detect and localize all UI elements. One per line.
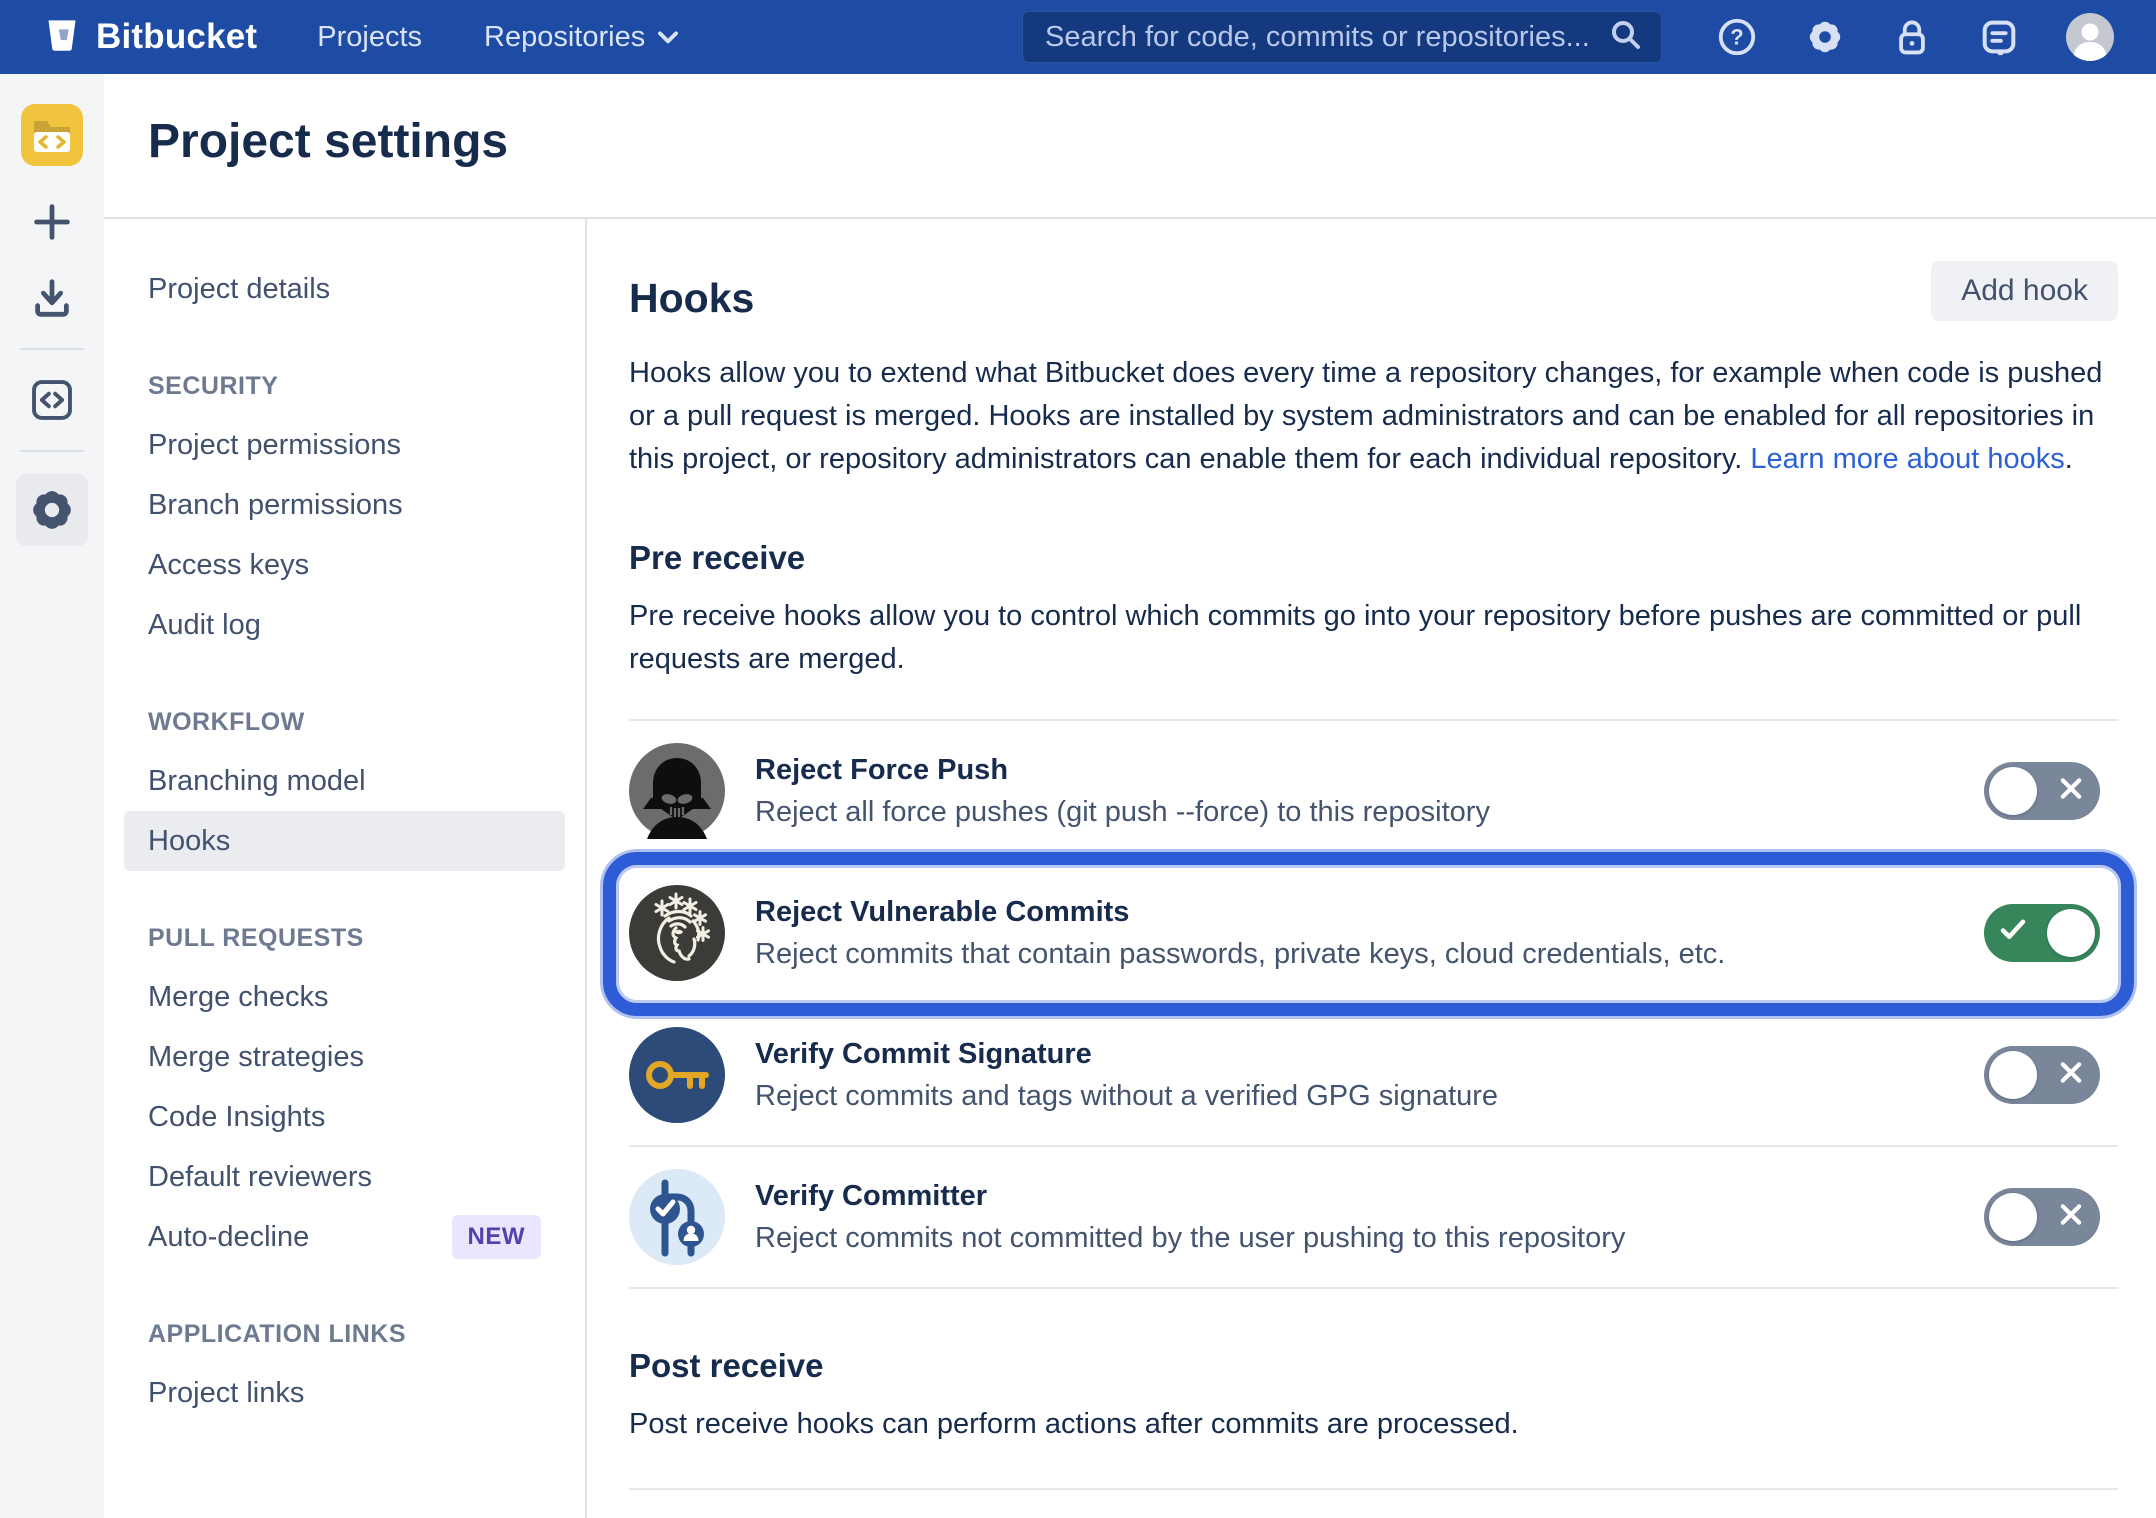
top-nav-links: Projects Repositories — [317, 21, 679, 54]
feedback-icon[interactable] — [1978, 16, 2020, 58]
hook-row-reject-vulnerable-commits: Reject Vulnerable Commits Reject commits… — [629, 863, 2118, 1005]
pre-receive-description: Pre receive hooks allow you to control w… — [629, 595, 2118, 681]
hook-name: Reject Vulnerable Commits — [755, 896, 1725, 929]
nav-section-workflow: WORKFLOW — [124, 693, 565, 751]
nav-item-merge-checks[interactable]: Merge checks — [124, 967, 565, 1027]
nav-item-project-permissions[interactable]: Project permissions — [124, 415, 565, 475]
medusa-avatar — [629, 885, 725, 981]
top-navigation-bar: Bitbucket Projects Repositories ? — [0, 0, 2156, 74]
settings-gear-icon[interactable] — [16, 474, 88, 546]
hook-description: Reject commits not committed by the user… — [755, 1222, 1625, 1255]
settings-nav: Project details SECURITY Project permiss… — [104, 219, 587, 1518]
hook-description: Reject commits and tags without a verifi… — [755, 1080, 1498, 1113]
post-receive-divider — [629, 1488, 2118, 1490]
nav-item-default-reviewers[interactable]: Default reviewers — [124, 1147, 565, 1207]
nav-section-security: SECURITY — [124, 357, 565, 415]
vader-avatar — [629, 743, 725, 839]
nav-item-branching-model[interactable]: Branching model — [124, 751, 565, 811]
code-icon[interactable] — [24, 372, 80, 428]
chevron-down-icon — [657, 21, 679, 54]
nav-item-hooks[interactable]: Hooks — [124, 811, 565, 871]
hook-description: Reject all force pushes (git push --forc… — [755, 796, 1490, 829]
nav-projects[interactable]: Projects — [317, 21, 422, 54]
user-avatar[interactable] — [2066, 13, 2114, 61]
hook-toggle[interactable] — [1984, 904, 2100, 962]
toggle-knob — [1989, 767, 2037, 815]
learn-more-link[interactable]: Learn more about hooks — [1750, 443, 2064, 475]
toggle-knob — [1989, 1051, 2037, 1099]
global-search[interactable] — [1022, 11, 1662, 63]
lock-icon[interactable] — [1892, 16, 1932, 58]
hooks-heading: Hooks — [629, 275, 754, 322]
topbar-icon-group: ? — [1716, 13, 2114, 61]
new-badge: NEW — [452, 1215, 542, 1259]
add-hook-button[interactable]: Add hook — [1931, 261, 2118, 321]
committer-graph-avatar — [629, 1169, 725, 1265]
hook-row-reject-force-push: Reject Force Push Reject all force pushe… — [629, 721, 2118, 863]
post-receive-title: Post receive — [629, 1347, 2118, 1385]
nav-item-auto-decline[interactable]: Auto-decline NEW — [124, 1207, 565, 1267]
hook-row-verify-commit-signature: Verify Commit Signature Reject commits a… — [629, 1005, 2118, 1147]
app-icon-rail — [0, 74, 104, 1518]
toggle-knob — [2047, 909, 2095, 957]
post-receive-description: Post receive hooks can perform actions a… — [629, 1403, 2118, 1446]
download-icon[interactable] — [24, 270, 80, 326]
nav-item-audit-log[interactable]: Audit log — [124, 595, 565, 655]
search-icon[interactable] — [1609, 18, 1643, 57]
hook-description: Reject commits that contain passwords, p… — [755, 938, 1725, 971]
bitbucket-bucket-icon — [44, 17, 80, 58]
project-avatar-folder-code[interactable] — [21, 104, 83, 166]
nav-item-project-details[interactable]: Project details — [124, 259, 565, 319]
nav-item-code-insights[interactable]: Code Insights — [124, 1087, 565, 1147]
pre-receive-hook-list: Reject Force Push Reject all force pushe… — [629, 719, 2118, 1289]
hook-toggle[interactable] — [1984, 1046, 2100, 1104]
toggle-knob — [1989, 1193, 2037, 1241]
pre-receive-title: Pre receive — [629, 539, 2118, 577]
nav-section-application-links: APPLICATION LINKS — [124, 1305, 565, 1363]
page-header: Project settings — [104, 74, 2156, 219]
search-input[interactable] — [1045, 21, 1609, 54]
nav-item-merge-strategies[interactable]: Merge strategies — [124, 1027, 565, 1087]
key-avatar — [629, 1027, 725, 1123]
bitbucket-logo[interactable]: Bitbucket — [44, 17, 257, 58]
settings-gear-icon[interactable] — [1804, 16, 1846, 58]
hook-toggle[interactable] — [1984, 1188, 2100, 1246]
nav-repositories[interactable]: Repositories — [484, 21, 679, 54]
svg-text:?: ? — [1730, 25, 1743, 50]
page-title: Project settings — [148, 114, 2156, 169]
rail-divider — [20, 450, 84, 452]
create-plus-icon[interactable] — [24, 194, 80, 250]
brand-name: Bitbucket — [96, 17, 257, 57]
hook-name: Verify Commit Signature — [755, 1038, 1498, 1071]
bitbucket-project-settings-page: Bitbucket Projects Repositories ? — [0, 0, 2156, 1518]
nav-section-pull-requests: PULL REQUESTS — [124, 909, 565, 967]
hook-name: Verify Committer — [755, 1180, 1625, 1213]
hook-row-verify-committer: Verify Committer Reject commits not comm… — [629, 1147, 2118, 1289]
rail-divider — [20, 348, 84, 350]
help-icon[interactable]: ? — [1716, 16, 1758, 58]
nav-item-branch-permissions[interactable]: Branch permissions — [124, 475, 565, 535]
hooks-intro: Hooks allow you to extend what Bitbucket… — [629, 352, 2118, 481]
hook-toggle[interactable] — [1984, 762, 2100, 820]
hooks-content: Hooks Add hook Hooks allow you to extend… — [587, 219, 2156, 1518]
nav-item-access-keys[interactable]: Access keys — [124, 535, 565, 595]
nav-item-project-links[interactable]: Project links — [124, 1363, 565, 1423]
hook-name: Reject Force Push — [755, 754, 1490, 787]
